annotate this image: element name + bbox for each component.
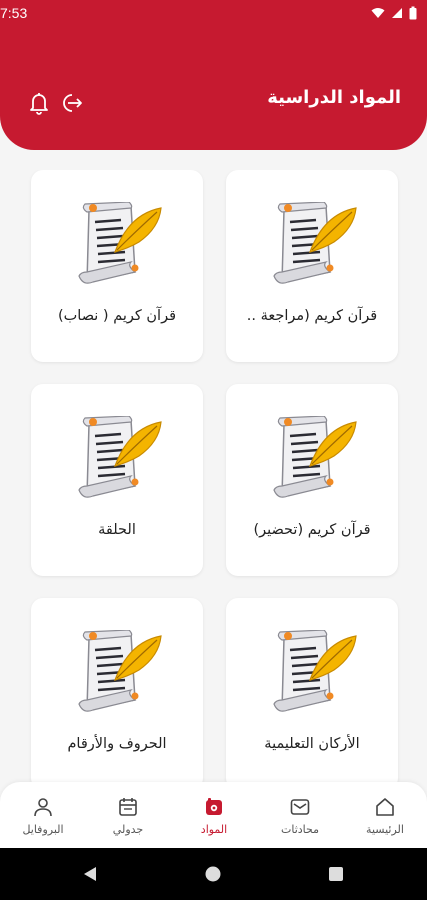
home-button-icon[interactable] xyxy=(205,866,221,882)
scroll-quill-icon xyxy=(77,202,163,285)
system-icons xyxy=(371,6,417,20)
schedule-icon xyxy=(119,798,137,816)
subject-label: قرآن كريم (تحضير) xyxy=(253,522,371,538)
subject-label: قرآن كريم (مراجعة .. xyxy=(246,308,378,324)
subjects-icon xyxy=(206,798,222,815)
nav-label: المواد xyxy=(200,823,228,836)
nav-label: جدولي xyxy=(112,823,144,836)
mail-icon xyxy=(290,799,310,815)
subject-label: الحلقة xyxy=(98,522,136,538)
subject-card[interactable]: الأركان التعليمية xyxy=(226,598,398,782)
bottom-navigation: الرئيسية محادثات المواد جدولي البروفايل xyxy=(0,782,427,848)
nav-label: البروفايل xyxy=(22,823,64,836)
nav-subjects[interactable]: المواد xyxy=(174,796,254,844)
status-time: 7:53 xyxy=(0,5,28,21)
nav-chats[interactable]: محادثات xyxy=(260,796,340,844)
signal-icon xyxy=(392,8,402,18)
wifi-icon xyxy=(371,8,385,18)
nav-label: الرئيسية xyxy=(366,823,404,836)
subject-card[interactable]: الحلقة xyxy=(31,384,203,576)
recents-icon[interactable] xyxy=(328,866,344,882)
nav-schedule[interactable]: جدولي xyxy=(88,796,168,844)
system-navigation-bar xyxy=(0,848,427,900)
logout-icon[interactable] xyxy=(58,90,84,116)
scroll-quill-icon xyxy=(77,416,163,499)
scroll-quill-icon xyxy=(77,630,163,713)
subject-label: قرآن كريم ( نصاب) xyxy=(57,308,177,324)
app-header: المواد الدراسية xyxy=(0,28,427,150)
subject-card[interactable]: الحروف والأرقام xyxy=(31,598,203,782)
profile-icon xyxy=(34,798,52,817)
subject-card[interactable]: قرآن كريم (مراجعة .. xyxy=(226,170,398,362)
scroll-quill-icon xyxy=(272,202,358,285)
subject-card[interactable]: قرآن كريم (تحضير) xyxy=(226,384,398,576)
subjects-grid: قرآن كريم (مراجعة .. قرآن كريم ( نصاب) ق… xyxy=(0,170,427,782)
subject-card[interactable]: قرآن كريم ( نصاب) xyxy=(31,170,203,362)
scroll-quill-icon xyxy=(272,630,358,713)
page-title: المواد الدراسية xyxy=(267,87,401,108)
nav-profile[interactable]: البروفايل xyxy=(3,796,83,844)
nav-home[interactable]: الرئيسية xyxy=(345,796,425,844)
bell-icon[interactable] xyxy=(26,90,52,116)
subject-label: الحروف والأرقام xyxy=(67,736,167,752)
scroll-quill-icon xyxy=(272,416,358,499)
battery-icon xyxy=(409,6,417,20)
nav-label: محادثات xyxy=(280,823,319,836)
subject-label: الأركان التعليمية xyxy=(264,736,360,752)
home-icon xyxy=(376,798,394,816)
back-icon[interactable] xyxy=(82,866,98,882)
status-bar: 7:53 xyxy=(0,0,427,28)
